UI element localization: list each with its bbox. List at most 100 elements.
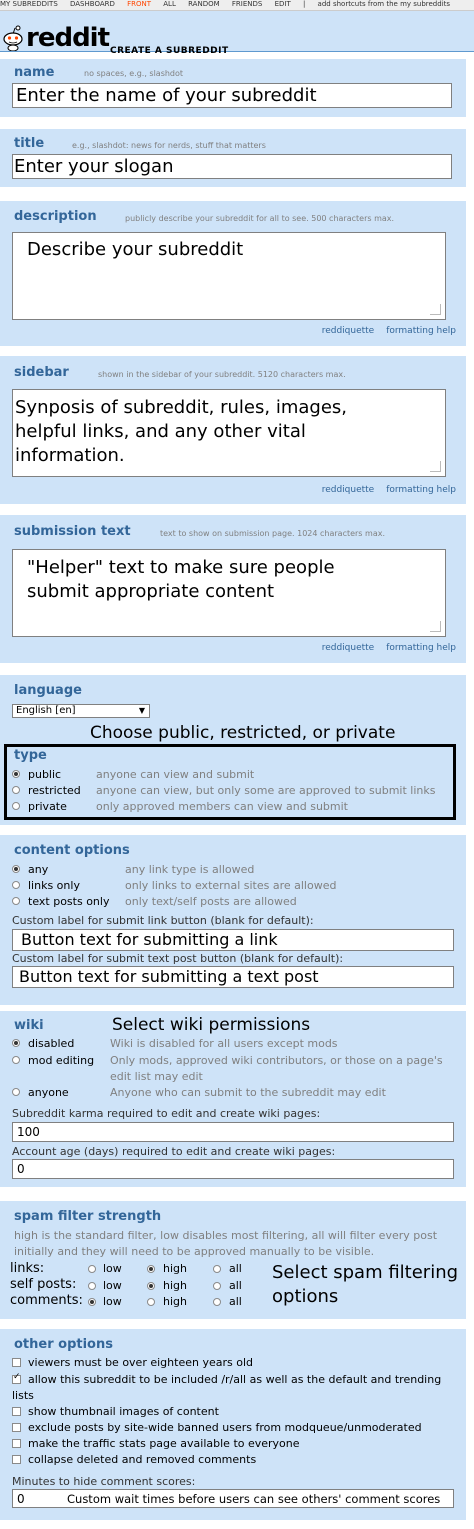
- content-options-title: content options: [14, 843, 130, 858]
- spam-self-all-radio[interactable]: [213, 1282, 221, 1290]
- sidebar-title: sidebar: [14, 365, 69, 380]
- over-eighteen-checkbox[interactable]: [12, 1358, 21, 1367]
- content-text-desc: only text/self posts are allowed: [125, 895, 297, 908]
- wiki-disabled-radio[interactable]: [12, 1039, 20, 1047]
- content-links-label: links only: [28, 879, 80, 892]
- type-private-radio[interactable]: [12, 802, 20, 810]
- language-select[interactable]: English [en] ▼: [12, 704, 150, 718]
- spam-comments-high-label: high: [163, 1295, 187, 1308]
- language-title: language: [14, 683, 82, 698]
- type-restricted-desc: anyone can view, but only some are appro…: [96, 784, 436, 797]
- nav-dashboard[interactable]: DASHBOARD: [70, 0, 115, 8]
- submission-text-textarea[interactable]: "Helper" text to make sure people submit…: [12, 549, 446, 637]
- sidebar-section: sidebar shown in the sidebar of your sub…: [0, 356, 466, 504]
- content-text-label: text posts only: [28, 895, 110, 908]
- include-all-checkbox[interactable]: [12, 1372, 21, 1384]
- nav-all[interactable]: ALL: [163, 0, 176, 8]
- wiki-mod-radio[interactable]: [12, 1056, 20, 1064]
- nav-friends[interactable]: FRIENDS: [232, 0, 262, 8]
- spam-links-low-radio[interactable]: [88, 1265, 96, 1273]
- description-textarea[interactable]: Describe your subreddit: [12, 232, 446, 320]
- thumbnails-checkbox[interactable]: [12, 1407, 21, 1416]
- reddiquette-link[interactable]: reddiquette: [322, 485, 375, 495]
- sidebar-line-3: information.: [15, 445, 125, 466]
- wiki-mod-desc: Only mods, approved wiki contributors, o…: [110, 1054, 443, 1067]
- spam-filter-desc-1: high is the standard filter, low disable…: [14, 1229, 438, 1242]
- spam-comments-low-radio[interactable]: [88, 1298, 96, 1306]
- content-options-section: content options any any link type is all…: [0, 835, 466, 1005]
- wiki-disabled-label: disabled: [28, 1037, 75, 1050]
- spam-self-high-radio[interactable]: [147, 1282, 155, 1290]
- submission-text-title: submission text: [14, 524, 131, 539]
- nav-my-subreddits[interactable]: MY SUBREDDITS: [0, 0, 58, 8]
- wiki-section: wiki Select wiki permissions disabled Wi…: [0, 1011, 466, 1187]
- wiki-anyone-radio[interactable]: [12, 1088, 20, 1096]
- description-title: description: [14, 209, 97, 224]
- submit-text-input[interactable]: Button text for submitting a text post: [12, 966, 454, 988]
- content-links-radio[interactable]: [12, 881, 20, 889]
- spam-links-all-label: all: [229, 1262, 242, 1275]
- nav-random[interactable]: RANDOM: [188, 0, 220, 8]
- type-private-label: private: [28, 800, 67, 813]
- other-options-title: other options: [14, 1337, 113, 1352]
- spam-links-all-radio[interactable]: [213, 1265, 221, 1273]
- spam-comments-high-radio[interactable]: [147, 1298, 155, 1306]
- sidebar-textarea[interactable]: Synposis of subreddit, rules, images, he…: [12, 389, 446, 477]
- spam-self-low-radio[interactable]: [88, 1282, 96, 1290]
- minutes-hide-input[interactable]: 0 Custom wait times before users can see…: [12, 1489, 454, 1508]
- collapse-deleted-checkbox[interactable]: [12, 1455, 21, 1464]
- nav-front[interactable]: FRONT: [127, 0, 151, 8]
- spam-comments-all-label: all: [229, 1295, 242, 1308]
- spam-comments-all-radio[interactable]: [213, 1298, 221, 1306]
- spam-links-high-label: high: [163, 1262, 187, 1275]
- type-public-radio[interactable]: [12, 770, 20, 778]
- type-public-desc: anyone can view and submit: [96, 768, 255, 781]
- title-section: title e.g., slashdot: news for nerds, st…: [0, 129, 466, 187]
- sidebar-hint: shown in the sidebar of your subreddit. …: [98, 370, 346, 379]
- submit-link-input[interactable]: Button text for submitting a link: [12, 929, 454, 951]
- spam-links-high-radio[interactable]: [147, 1265, 155, 1273]
- type-private-desc: only approved members can view and submi…: [96, 800, 348, 813]
- spam-filter-title: spam filter strength: [14, 1209, 162, 1224]
- name-input[interactable]: Enter the name of your subreddit: [12, 83, 452, 108]
- type-restricted-radio[interactable]: [12, 786, 20, 794]
- reddiquette-link[interactable]: reddiquette: [322, 326, 375, 336]
- formatting-help-link[interactable]: formatting help: [386, 485, 456, 495]
- content-any-radio[interactable]: [12, 865, 20, 873]
- name-hint: no spaces, e.g., slashdot: [84, 69, 184, 78]
- submit-link-label: Custom label for submit link button (bla…: [12, 914, 314, 927]
- type-title: type: [14, 748, 47, 763]
- traffic-stats-checkbox[interactable]: [12, 1439, 21, 1448]
- collapse-deleted-label: collapse deleted and removed comments: [28, 1453, 257, 1466]
- formatting-help-link[interactable]: formatting help: [386, 326, 456, 336]
- content-text-radio[interactable]: [12, 897, 20, 905]
- formatting-help-link[interactable]: formatting help: [386, 643, 456, 653]
- nav-add-shortcuts[interactable]: add shortcuts from the my subreddits: [318, 0, 451, 8]
- reddit-alien-icon[interactable]: [2, 25, 24, 51]
- spam-self-low-label: low: [103, 1279, 122, 1292]
- content-any-desc: any link type is allowed: [125, 863, 255, 876]
- resize-grip-icon[interactable]: [430, 461, 441, 472]
- sidebar-line-2: helpful links, and any other vital: [15, 421, 306, 442]
- exclude-banned-checkbox[interactable]: [12, 1423, 21, 1432]
- description-text: Describe your subreddit: [27, 239, 244, 260]
- spam-self-label: self posts:: [10, 1277, 77, 1292]
- nav-edit[interactable]: EDIT: [275, 0, 291, 8]
- wiki-mod-label: mod editing: [28, 1054, 95, 1067]
- content-links-desc: only links to external sites are allowed: [125, 879, 337, 892]
- wiki-karma-input[interactable]: 100: [12, 1122, 454, 1142]
- reddit-logo[interactable]: reddit: [26, 23, 110, 53]
- sidebar-links: reddiquette formatting help: [310, 485, 456, 495]
- submission-text-section: submission text text to show on submissi…: [0, 515, 466, 663]
- submission-line-1: "Helper" text to make sure people: [27, 557, 335, 578]
- wiki-age-input[interactable]: 0: [12, 1159, 454, 1179]
- spam-self-all-label: all: [229, 1279, 242, 1292]
- reddiquette-link[interactable]: reddiquette: [322, 643, 375, 653]
- title-input[interactable]: Enter your slogan: [12, 154, 452, 179]
- resize-grip-icon[interactable]: [430, 621, 441, 632]
- spam-comments-low-label: low: [103, 1295, 122, 1308]
- content-any-label: any: [28, 863, 49, 876]
- wiki-anyone-desc: Anyone who can submit to the subreddit m…: [110, 1086, 386, 1099]
- title-hint: e.g., slashdot: news for nerds, stuff th…: [72, 141, 266, 150]
- resize-grip-icon[interactable]: [430, 304, 441, 315]
